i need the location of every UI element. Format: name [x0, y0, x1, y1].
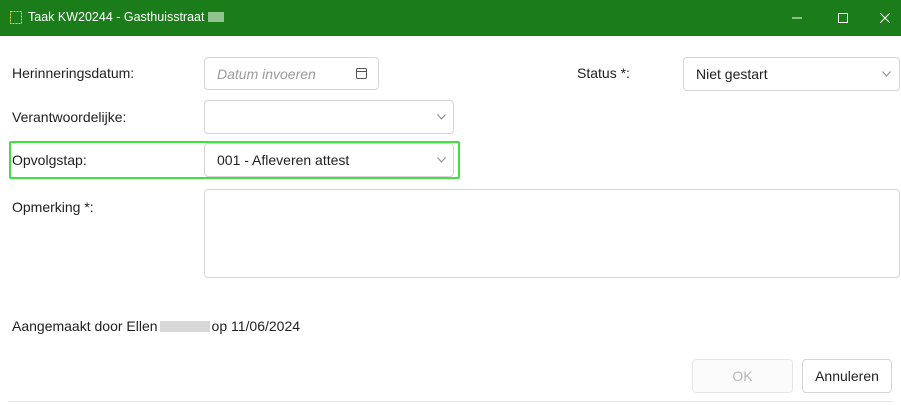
opvolgstap-label: Opvolgstap:: [12, 152, 87, 168]
calendar-icon[interactable]: [356, 68, 367, 79]
name-redaction: [159, 321, 210, 332]
opvolgstap-value: 001 - Afleveren attest: [217, 152, 350, 168]
opmerking-textarea[interactable]: [204, 189, 900, 278]
created-by-prefix: Aangemaakt door Ellen: [12, 318, 158, 334]
minimize-icon: [792, 17, 802, 19]
title-redaction: [208, 12, 225, 22]
herinneringsdatum-field[interactable]: Datum invoeren: [204, 57, 379, 90]
cancel-button[interactable]: Annuleren: [802, 359, 892, 393]
chevron-down-icon: [882, 71, 891, 77]
status-label: Status *:: [577, 65, 630, 81]
verantwoordelijke-select[interactable]: [204, 100, 454, 134]
maximize-icon: [838, 13, 848, 23]
verantwoordelijke-label: Verantwoordelijke:: [12, 109, 127, 125]
opmerking-label: Opmerking *:: [12, 199, 94, 215]
bottom-divider: [8, 401, 893, 402]
status-select[interactable]: Niet gestart: [683, 57, 900, 91]
ok-button[interactable]: OK: [692, 359, 793, 393]
created-by-date: op 11/06/2024: [211, 318, 301, 334]
herinneringsdatum-label: Herinneringsdatum:: [12, 65, 135, 81]
opvolgstap-select[interactable]: 001 - Afleveren attest: [204, 143, 454, 177]
close-button[interactable]: [862, 0, 901, 36]
title-bar: Taak KW20244 - Gasthuisstraat: [0, 0, 901, 36]
chevron-down-icon: [437, 114, 446, 120]
maximize-button[interactable]: [820, 0, 866, 36]
herinneringsdatum-placeholder: Datum invoeren: [217, 66, 316, 82]
close-icon: [880, 13, 890, 23]
status-value: Niet gestart: [696, 66, 768, 82]
minimize-button[interactable]: [774, 0, 820, 36]
window-title: Taak KW20244 - Gasthuisstraat: [28, 10, 225, 24]
chevron-down-icon: [437, 157, 446, 163]
created-by-info: Aangemaakt door Ellen op 11/06/2024: [12, 318, 300, 334]
app-icon: [10, 11, 22, 24]
